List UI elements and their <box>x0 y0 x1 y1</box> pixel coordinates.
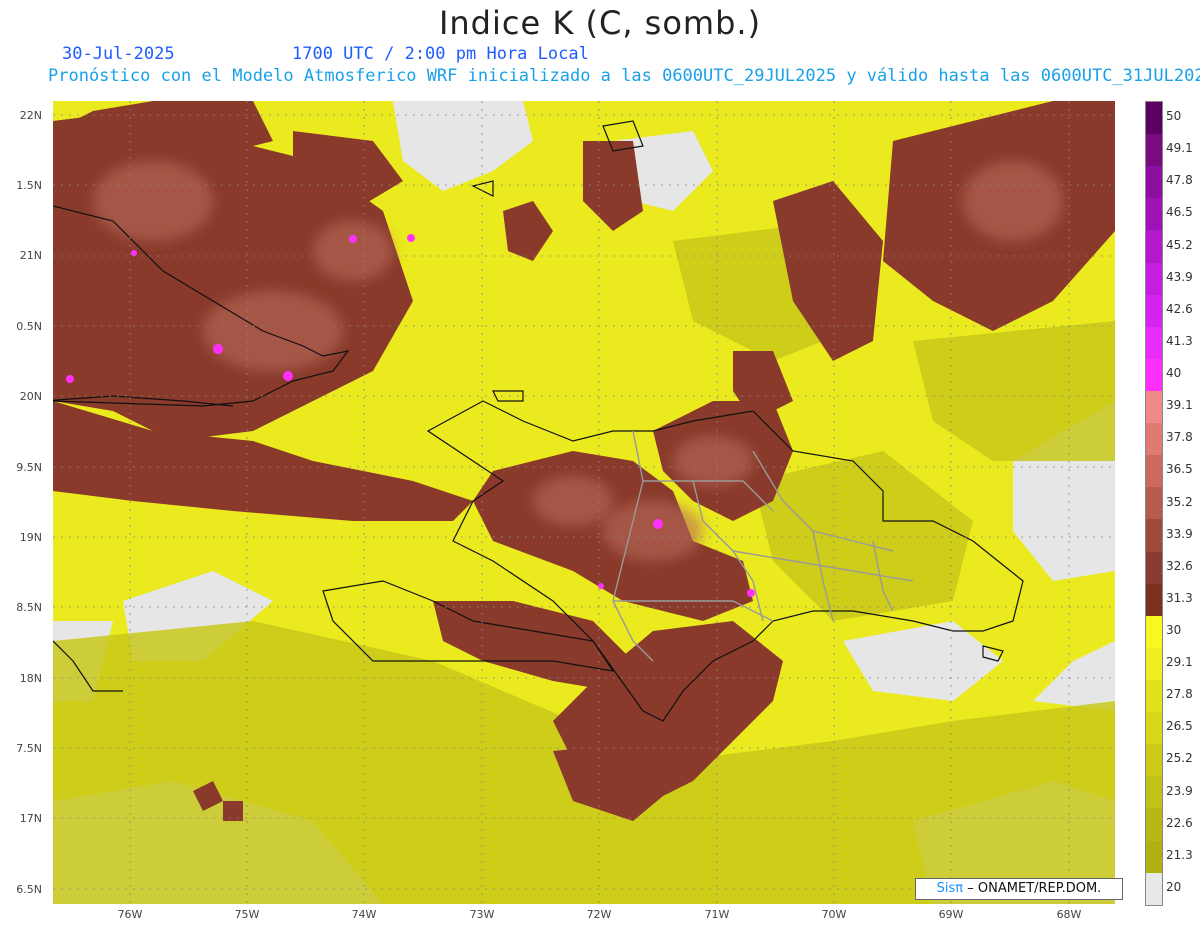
colorbar-label: 42.6 <box>1166 301 1193 316</box>
colorbar-label: 32.6 <box>1166 558 1193 573</box>
colorbar-swatch <box>1146 455 1162 488</box>
lat-label: 19N <box>19 531 42 544</box>
k-index-map[interactable] <box>53 101 1115 904</box>
colorbar-label: 50 <box>1166 109 1182 124</box>
lat-label: 1.5N <box>16 179 42 192</box>
colorbar-label: 30 <box>1166 622 1182 637</box>
colorbar-swatch <box>1146 487 1162 520</box>
lon-label: 73W <box>469 908 495 921</box>
colorbar <box>1145 101 1163 906</box>
colorbar-swatch <box>1146 262 1162 295</box>
colorbar-label: 33.9 <box>1166 526 1193 541</box>
colorbar-label: 35.2 <box>1166 494 1193 509</box>
lon-label: 74W <box>351 908 377 921</box>
lat-label: 22N <box>19 109 42 122</box>
lat-label: 21N <box>19 249 42 262</box>
colorbar-swatch <box>1146 872 1162 905</box>
lat-label: 9.5N <box>16 461 42 474</box>
colorbar-swatch <box>1146 840 1162 873</box>
colorbar-swatch <box>1146 166 1162 199</box>
colorbar-label: 46.5 <box>1166 205 1193 220</box>
lon-label: 69W <box>938 908 964 921</box>
colorbar-label: 29.1 <box>1166 655 1193 670</box>
colorbar-swatch <box>1146 583 1162 616</box>
lon-label: 68W <box>1056 908 1082 921</box>
lat-label: 8.5N <box>16 601 42 614</box>
lat-label: 0.5N <box>16 320 42 333</box>
colorbar-label: 22.6 <box>1166 815 1193 830</box>
lon-label: 71W <box>704 908 730 921</box>
colorbar-label: 20 <box>1166 879 1182 894</box>
lat-label: 6.5N <box>16 883 42 896</box>
lon-label: 75W <box>234 908 260 921</box>
colorbar-label: 43.9 <box>1166 269 1193 284</box>
forecast-time: 1700 UTC / 2:00 pm Hora Local <box>292 44 589 64</box>
colorbar-swatch <box>1146 198 1162 231</box>
map-svg <box>53 101 1115 904</box>
colorbar-label: 47.8 <box>1166 173 1193 188</box>
lat-label: 18N <box>19 672 42 685</box>
colorbar-swatch <box>1146 712 1162 745</box>
lon-label: 70W <box>821 908 847 921</box>
colorbar-swatch <box>1146 519 1162 552</box>
colorbar-swatch <box>1146 423 1162 456</box>
colorbar-swatch <box>1146 744 1162 777</box>
colorbar-label: 21.3 <box>1166 847 1193 862</box>
colorbar-swatch <box>1146 776 1162 809</box>
colorbar-label: 26.5 <box>1166 719 1193 734</box>
colorbar-swatch <box>1146 294 1162 327</box>
colorbar-swatch <box>1146 808 1162 841</box>
colorbar-label: 27.8 <box>1166 687 1193 702</box>
forecast-date: 30-Jul-2025 <box>62 44 175 64</box>
colorbar-label: 41.3 <box>1166 333 1193 348</box>
colorbar-label: 39.1 <box>1166 398 1193 413</box>
credit-text: – ONAMET/REP.DOM. <box>967 881 1102 896</box>
credit-box: Sisπ – ONAMET/REP.DOM. <box>915 878 1123 900</box>
lat-label: 20N <box>19 390 42 403</box>
colorbar-swatch <box>1146 134 1162 167</box>
model-info: Pronóstico con el Modelo Atmosferico WRF… <box>48 66 1200 86</box>
credit-brand: Sisπ <box>936 881 964 896</box>
colorbar-swatch <box>1146 102 1162 135</box>
colorbar-swatch <box>1146 230 1162 263</box>
colorbar-swatch <box>1146 390 1162 424</box>
colorbar-label: 25.2 <box>1166 751 1193 766</box>
lon-label: 72W <box>586 908 612 921</box>
colorbar-label: 45.2 <box>1166 237 1193 252</box>
lon-label: 76W <box>117 908 143 921</box>
colorbar-label: 23.9 <box>1166 783 1193 798</box>
colorbar-swatch <box>1146 326 1162 359</box>
colorbar-swatch <box>1146 358 1162 391</box>
colorbar-swatch <box>1146 615 1162 648</box>
lat-label: 7.5N <box>16 742 42 755</box>
colorbar-label: 31.3 <box>1166 590 1193 605</box>
colorbar-label: 37.8 <box>1166 430 1193 445</box>
colorbar-label: 40 <box>1166 366 1182 381</box>
colorbar-label: 49.1 <box>1166 141 1193 156</box>
colorbar-swatch <box>1146 551 1162 584</box>
colorbar-label: 36.5 <box>1166 462 1193 477</box>
map-title: Indice K (C, somb.) <box>438 4 762 42</box>
colorbar-swatch <box>1146 647 1162 680</box>
colorbar-swatch <box>1146 679 1162 713</box>
lat-label: 17N <box>19 812 42 825</box>
